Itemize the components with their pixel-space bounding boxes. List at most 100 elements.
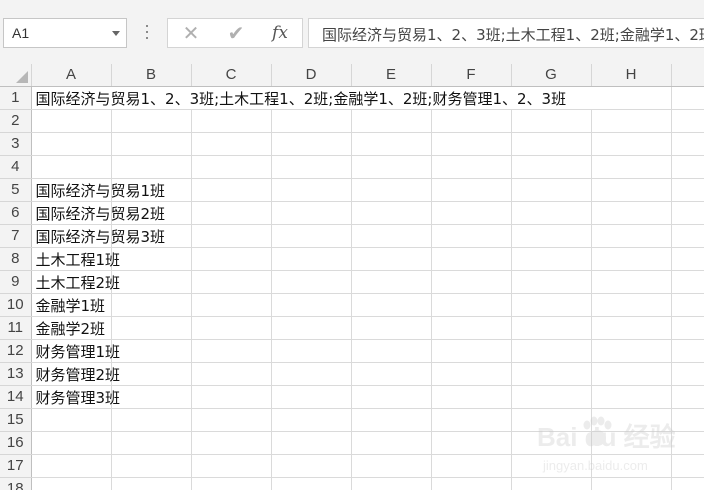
cell-h9[interactable] — [591, 270, 672, 294]
column-header-i[interactable] — [671, 64, 704, 87]
cell-d18[interactable] — [271, 477, 352, 490]
row-header[interactable]: 2 — [0, 109, 32, 133]
cell-f14[interactable] — [431, 385, 512, 409]
cell-h3[interactable] — [591, 132, 672, 156]
cell-e8[interactable] — [351, 247, 432, 271]
cell-c6[interactable] — [191, 201, 272, 225]
cell-d9[interactable] — [271, 270, 352, 294]
cell-e5[interactable] — [351, 178, 432, 202]
cell-a11[interactable]: 金融学2班 — [31, 316, 112, 340]
column-header-e[interactable]: E — [351, 64, 432, 87]
cell-i1[interactable] — [671, 86, 704, 110]
name-box[interactable]: A1 — [3, 18, 127, 48]
cell-i13[interactable] — [671, 362, 704, 386]
cell-e13[interactable] — [351, 362, 432, 386]
row-header[interactable]: 16 — [0, 431, 32, 455]
cell-b3[interactable] — [111, 132, 192, 156]
cell-f5[interactable] — [431, 178, 512, 202]
cancel-icon[interactable]: ✕ — [176, 21, 206, 45]
column-header-f[interactable]: F — [431, 64, 512, 87]
cell-i15[interactable] — [671, 408, 704, 432]
cell-e7[interactable] — [351, 224, 432, 248]
cell-f12[interactable] — [431, 339, 512, 363]
cell-f13[interactable] — [431, 362, 512, 386]
cell-f11[interactable] — [431, 316, 512, 340]
cell-c8[interactable] — [191, 247, 272, 271]
cell-e12[interactable] — [351, 339, 432, 363]
row-header[interactable]: 11 — [0, 316, 32, 340]
cell-d10[interactable] — [271, 293, 352, 317]
row-header[interactable]: 15 — [0, 408, 32, 432]
cell-b4[interactable] — [111, 155, 192, 179]
cell-a17[interactable] — [31, 454, 112, 478]
name-box-value[interactable]: A1 — [12, 25, 29, 41]
cell-f2[interactable] — [431, 109, 512, 133]
cell-h13[interactable] — [591, 362, 672, 386]
cell-g10[interactable] — [511, 293, 592, 317]
cell-b17[interactable] — [111, 454, 192, 478]
cell-i9[interactable] — [671, 270, 704, 294]
column-header-a[interactable]: A — [31, 64, 112, 87]
cell-a2[interactable] — [31, 109, 112, 133]
cell-i18[interactable] — [671, 477, 704, 490]
cell-a3[interactable] — [31, 132, 112, 156]
cell-d4[interactable] — [271, 155, 352, 179]
column-header-c[interactable]: C — [191, 64, 272, 87]
cell-d16[interactable] — [271, 431, 352, 455]
cell-f4[interactable] — [431, 155, 512, 179]
cell-e14[interactable] — [351, 385, 432, 409]
cell-a13[interactable]: 财务管理2班 — [31, 362, 120, 386]
cell-c15[interactable] — [191, 408, 272, 432]
cell-b9[interactable] — [111, 270, 192, 294]
cell-e4[interactable] — [351, 155, 432, 179]
cell-h5[interactable] — [591, 178, 672, 202]
cell-i10[interactable] — [671, 293, 704, 317]
column-header-h[interactable]: H — [591, 64, 672, 87]
cell-e16[interactable] — [351, 431, 432, 455]
cell-e10[interactable] — [351, 293, 432, 317]
cell-d14[interactable] — [271, 385, 352, 409]
cell-g8[interactable] — [511, 247, 592, 271]
cell-e18[interactable] — [351, 477, 432, 490]
cell-c7[interactable] — [191, 224, 272, 248]
cell-b8[interactable] — [111, 247, 192, 271]
cell-c18[interactable] — [191, 477, 272, 490]
cell-c13[interactable] — [191, 362, 272, 386]
cell-c9[interactable] — [191, 270, 272, 294]
cell-a16[interactable] — [31, 431, 112, 455]
cell-h7[interactable] — [591, 224, 672, 248]
cell-b18[interactable] — [111, 477, 192, 490]
column-header-d[interactable]: D — [271, 64, 352, 87]
cell-g3[interactable] — [511, 132, 592, 156]
cell-h4[interactable] — [591, 155, 672, 179]
row-header[interactable]: 13 — [0, 362, 32, 386]
cell-a15[interactable] — [31, 408, 112, 432]
row-header[interactable]: 8 — [0, 247, 32, 271]
row-header[interactable]: 4 — [0, 155, 32, 179]
cell-h8[interactable] — [591, 247, 672, 271]
formula-input[interactable]: 国际经济与贸易1、2、3班;土木工程1、2班;金融学1、2班;财务管理1、2、3… — [308, 18, 704, 48]
cell-i3[interactable] — [671, 132, 704, 156]
cell-e2[interactable] — [351, 109, 432, 133]
cell-d5[interactable] — [271, 178, 352, 202]
cell-i2[interactable] — [671, 109, 704, 133]
formula-input-text[interactable]: 国际经济与贸易1、2、3班;土木工程1、2班;金融学1、2班;财务管理1、2、3… — [322, 24, 704, 45]
cell-c2[interactable] — [191, 109, 272, 133]
cell-b10[interactable] — [111, 293, 192, 317]
cell-a9[interactable]: 土木工程2班 — [31, 270, 120, 294]
cell-i12[interactable] — [671, 339, 704, 363]
cell-f9[interactable] — [431, 270, 512, 294]
cell-b13[interactable] — [111, 362, 192, 386]
cell-g5[interactable] — [511, 178, 592, 202]
cell-a5[interactable]: 国际经济与贸易1班 — [31, 178, 165, 202]
cell-e6[interactable] — [351, 201, 432, 225]
cell-f16[interactable] — [431, 431, 512, 455]
row-header[interactable]: 9 — [0, 270, 32, 294]
cell-i14[interactable] — [671, 385, 704, 409]
cell-d3[interactable] — [271, 132, 352, 156]
cell-f17[interactable] — [431, 454, 512, 478]
cell-f10[interactable] — [431, 293, 512, 317]
cell-a6[interactable]: 国际经济与贸易2班 — [31, 201, 165, 225]
cell-d8[interactable] — [271, 247, 352, 271]
cell-h1[interactable] — [591, 86, 672, 110]
